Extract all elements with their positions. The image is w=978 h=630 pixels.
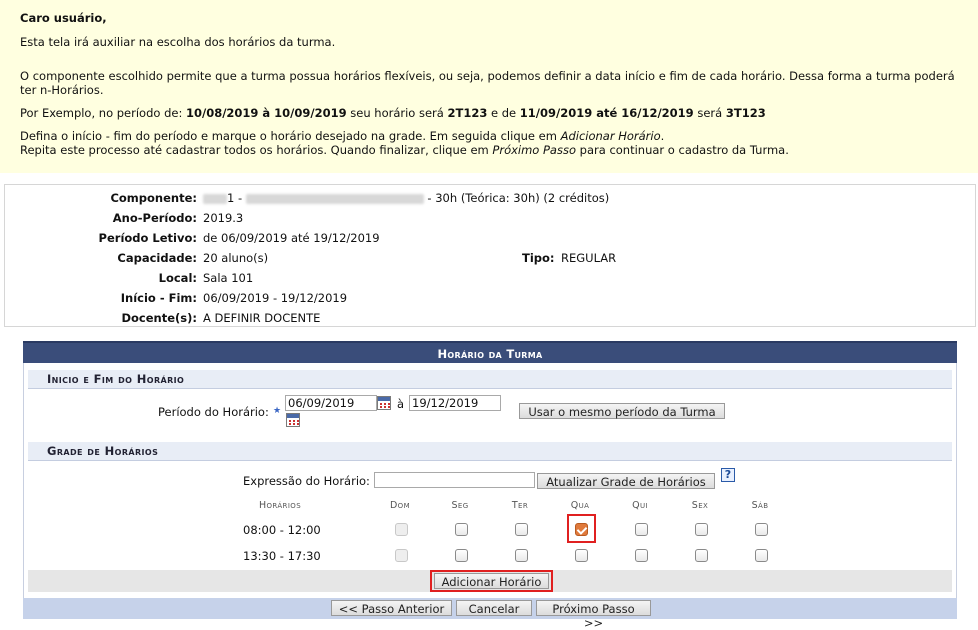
example-mid-3: será [693,106,726,120]
row-periodo: Período Letivo: de 06/09/2019 até 19/12/… [5,230,977,246]
row-local: Local: Sala 101 [5,270,977,286]
section-period-header: Inicio e Fim do Horário [28,370,952,389]
label-local: Local: [158,271,197,285]
horarios-header: Horários [258,500,302,511]
cancel-button[interactable]: Cancelar [456,600,532,616]
checkbox-sex-slot2[interactable] [695,549,708,562]
checkbox-ter-slot2[interactable] [515,549,528,562]
row-componente: Componente: 1 - - 30h (Teórica: 30h) (2 … [5,190,977,206]
checkbox-sab-slot2[interactable] [755,549,768,562]
day-header-qui: Qui [632,500,648,511]
row-capacidade: Capacidade: 20 aluno(s) Tipo: REGULAR [5,250,977,266]
highlight-add-button [430,570,553,592]
day-header-ter: Ter [511,500,529,511]
value-docente: A DEFINIR DOCENTE [203,311,321,325]
info-example: Por Exemplo, no período de: 10/08/2019 à… [20,106,958,120]
redacted-name [245,193,424,204]
class-details: Componente: 1 - - 30h (Teórica: 30h) (2 … [4,184,976,327]
row-inicio-fim: Início - Fim: 06/09/2019 - 19/12/2019 [5,290,977,306]
checkbox-dom-slot1 [395,523,408,536]
label-docente: Docente(s): [121,311,197,325]
schedule-form: Horário da Turma Inicio e Fim do Horário… [23,341,957,630]
info-line-2: O componente escolhido permite que a tur… [20,69,955,97]
checkbox-qui-slot2[interactable] [635,549,648,562]
day-header-qua: Qua [570,500,590,511]
row-ano: Ano-Período: 2019.3 [5,210,977,226]
day-header-dom: Dom [389,500,411,511]
section-grade-title: Grade de Horários [47,444,159,458]
calendar-icon[interactable] [377,396,391,410]
start-date-input[interactable] [285,395,377,411]
day-header-sab: Sáb [751,500,769,511]
checkbox-ter-slot1[interactable] [515,523,528,536]
label-capacidade: Capacidade: [117,251,197,265]
atualizar-grade-button[interactable]: Atualizar Grade de Horários [537,473,715,489]
checkbox-qua-slot2[interactable] [575,549,588,562]
example-mid-1: seu horário será [346,106,448,120]
date-separator: à [397,397,405,411]
info-box: Caro usuário, Esta tela irá auxiliar na … [0,0,978,173]
checkbox-qui-slot1[interactable] [635,523,648,536]
checkbox-sab-slot1[interactable] [755,523,768,536]
form-title: Horário da Turma [23,341,957,363]
info-instructions: Defina o início - fim do período e marqu… [20,129,958,157]
example-prefix: Por Exemplo, no período de: [20,106,186,120]
checkbox-seg-slot2[interactable] [455,549,468,562]
label-componente: Componente: [110,191,197,205]
label-ano: Ano-Período: [112,211,197,225]
example-mid-2: e de [487,106,520,120]
example-code-2: 3T123 [725,106,766,120]
value-ano: 2019.3 [203,211,244,225]
prev-step-button[interactable]: << Passo Anterior [331,600,452,616]
label-tipo: Tipo: [522,251,555,265]
highlight-checkbox [567,514,596,543]
day-header-seg: Seg [451,500,469,511]
componente-a: 1 - [227,191,246,205]
help-icon[interactable]: ? [721,468,735,482]
calendar-icon[interactable] [286,413,300,427]
same-period-button[interactable]: Usar o mesmo período da Turma [519,403,725,419]
example-period-1: 10/08/2019 à 10/09/2019 [186,106,347,120]
value-periodo: de 06/09/2019 até 19/12/2019 [203,231,380,245]
instr2-c: para continuar o cadastro da Turma. [576,143,789,157]
slot-label-1: 08:00 - 12:00 [243,523,321,537]
required-star-icon: ★ [273,406,282,416]
expressao-label: Expressão do Horário: [243,474,370,488]
checkbox-sex-slot1[interactable] [695,523,708,536]
label-inicio-fim: Início - Fim: [120,291,197,305]
form-title-text: Horário da Turma [437,347,543,361]
redacted-code [203,193,227,204]
example-period-2: 11/09/2019 até 16/12/2019 [519,106,694,120]
checkbox-dom-slot2 [395,549,408,562]
end-date-input[interactable] [409,395,501,411]
info-greeting: Caro usuário, [20,11,107,25]
instr1-c: . [660,129,665,143]
checkbox-seg-slot1[interactable] [455,523,468,536]
info-line-1: Esta tela irá auxiliar na escolha dos ho… [20,35,336,49]
form-footer: << Passo Anterior Cancelar Próximo Passo… [23,598,957,630]
value-componente: 1 - - 30h (Teórica: 30h) (2 créditos) [203,190,609,206]
instr2-b: Próximo Passo [492,143,577,157]
expressao-input[interactable] [374,472,535,488]
section-period-title: Inicio e Fim do Horário [47,372,185,386]
row-docente: Docente(s): A DEFINIR DOCENTE [5,310,977,326]
instr1-a: Defina o início - fim do período e marqu… [20,129,561,143]
section-grade-header: Grade de Horários [28,442,952,461]
value-tipo: REGULAR [561,251,617,265]
next-step-button[interactable]: Próximo Passo >> [536,600,651,630]
instr2-a: Repita este processo até cadastrar todos… [20,143,493,157]
value-local: Sala 101 [203,271,254,285]
day-header-sex: Sex [691,500,709,511]
value-capacidade: 20 aluno(s) [203,251,269,265]
form-body: Inicio e Fim do Horário Período do Horár… [23,363,957,598]
instr1-b: Adicionar Horário [560,129,661,143]
periodo-label: Período do Horário: [158,405,269,419]
value-inicio-fim: 06/09/2019 - 19/12/2019 [203,291,348,305]
example-code-1: 2T123 [447,106,488,120]
componente-b: - 30h (Teórica: 30h) (2 créditos) [423,191,610,205]
label-periodo: Período Letivo: [98,231,197,245]
slot-label-2: 13:30 - 17:30 [243,549,321,563]
